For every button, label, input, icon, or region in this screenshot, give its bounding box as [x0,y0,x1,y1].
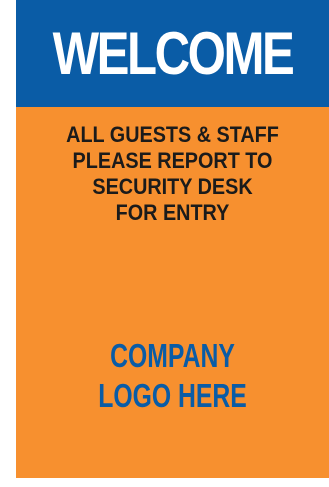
logo-line-2: LOGO HERE [98,377,247,414]
welcome-heading: WELCOME [52,20,295,87]
company-logo-placeholder: COMPANY LOGO HERE [16,336,329,416]
notice-line-2: PLEASE REPORT TO [72,148,273,173]
logo-line-1: COMPANY [110,337,235,374]
notice-line-1: ALL GUESTS & STAFF [66,122,279,147]
notice-line-3: SECURITY DESK [92,174,253,199]
security-notice: ALL GUESTS & STAFF PLEASE REPORT TO SECU… [16,122,329,226]
notice-line-4: FOR ENTRY [115,200,230,225]
welcome-sign: WELCOME ALL GUESTS & STAFF PLEASE REPORT… [16,0,329,478]
sign-header-band: WELCOME [16,0,329,107]
